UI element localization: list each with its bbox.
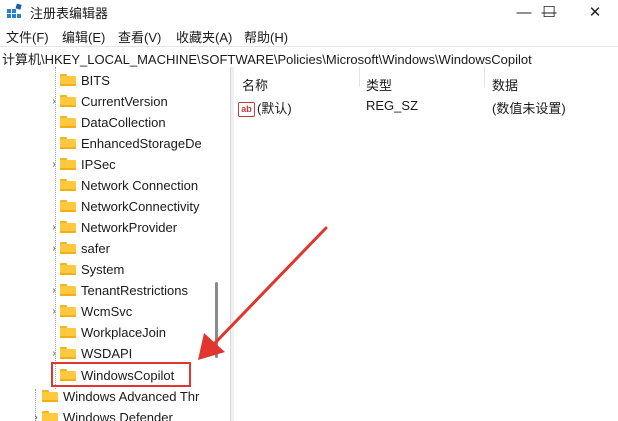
annotation-arrow — [198, 226, 328, 360]
